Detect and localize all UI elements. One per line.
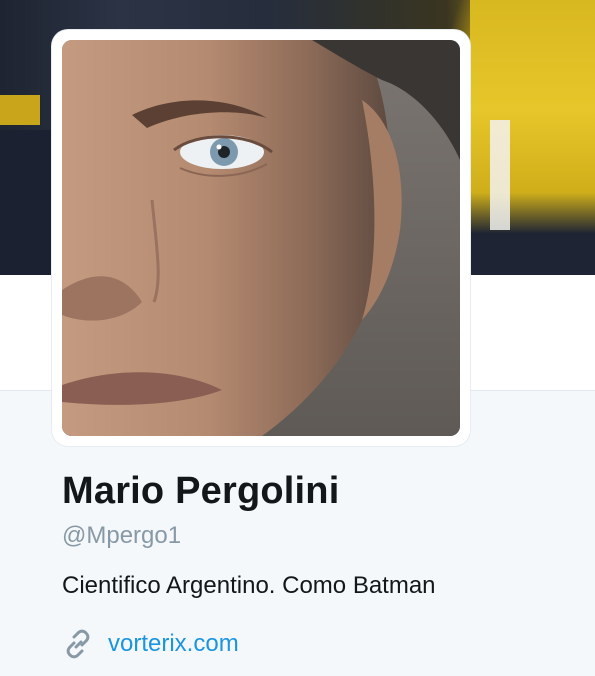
avatar-frame[interactable] — [52, 30, 470, 446]
banner-detail — [490, 120, 510, 230]
profile-bio: Cientifico Argentino. Como Batman — [62, 572, 436, 599]
profile-handle[interactable]: @Mpergo1 — [62, 522, 181, 550]
banner-detail — [0, 130, 60, 275]
banner-detail — [0, 95, 40, 125]
website-link[interactable]: vorterix.com — [108, 630, 239, 658]
profile-website-row: vorterix.com — [62, 628, 239, 660]
profile-name[interactable]: Mario Pergolini — [62, 470, 339, 513]
link-icon — [62, 628, 94, 660]
banner-detail — [470, 0, 595, 275]
avatar[interactable] — [62, 40, 460, 436]
